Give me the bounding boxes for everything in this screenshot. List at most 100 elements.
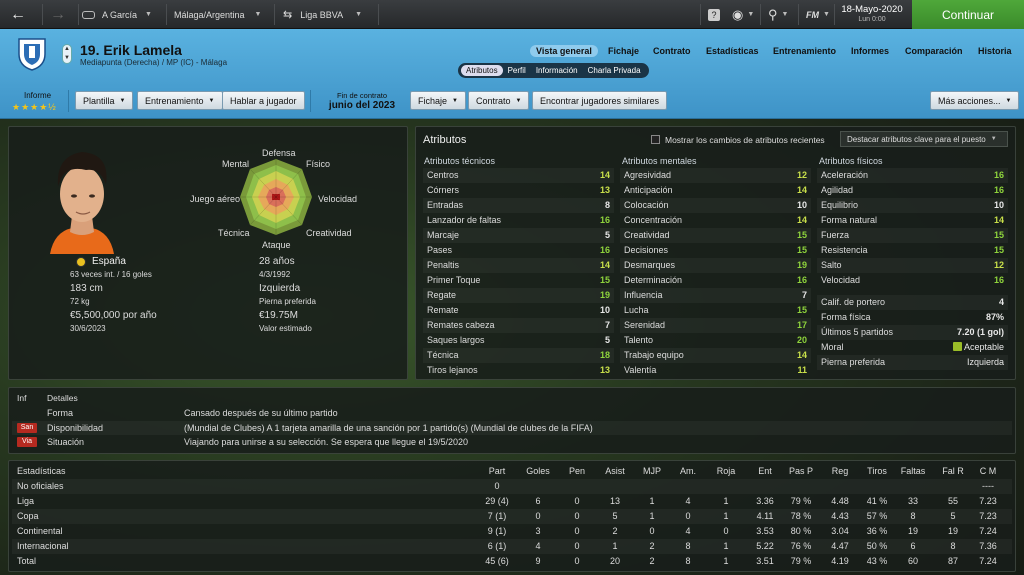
search-icon[interactable]: ⚲ ▼: [768, 0, 788, 29]
league-name: Liga BBVA: [300, 9, 344, 20]
attribute-name: Aceleración: [821, 170, 869, 180]
player-position: Mediapunta (Derecha) / MP (IC) - Málaga: [80, 58, 228, 67]
attribute-name: Determinación: [624, 275, 683, 285]
subtab-attributes[interactable]: Atributos: [461, 65, 503, 76]
squad-label: Plantilla: [83, 95, 115, 106]
tab-history[interactable]: Historia: [978, 46, 1012, 56]
tab-overview[interactable]: Vista general: [530, 45, 598, 57]
attribute-value: 14: [599, 260, 610, 270]
attribute-value: 15: [599, 275, 610, 285]
radar-label-creativity: Creatividad: [306, 228, 352, 238]
highlight-dropdown[interactable]: Destacar atributos clave para el puesto ▼: [840, 131, 1008, 147]
stats-cell: 41 %: [866, 496, 888, 506]
attribute-value: 15: [796, 230, 807, 240]
league-selector[interactable]: ⇆ Liga BBVA ▼: [283, 0, 362, 29]
stats-cell: 0: [574, 541, 580, 551]
stats-cell: 3.36: [756, 496, 774, 506]
nationality: España: [92, 256, 126, 267]
attribute-value: 12: [993, 260, 1004, 270]
talk-button[interactable]: Hablar a jugador: [222, 91, 305, 110]
stats-cell: 50 %: [866, 541, 888, 551]
stats-cell: 7.24: [979, 526, 997, 536]
back-arrow-icon[interactable]: ←: [10, 0, 34, 29]
stats-cell: 7.24: [979, 556, 997, 566]
stats-cell: 4.19: [831, 556, 849, 566]
more-actions-button[interactable]: Más acciones... ▼: [930, 91, 1020, 110]
stats-cell: 4: [685, 526, 691, 536]
attribute-name: Equilibrio: [821, 200, 859, 210]
stats-cell: 3.51: [756, 556, 774, 566]
tab-contract[interactable]: Contrato: [653, 46, 691, 56]
radar-label-technique: Técnica: [218, 228, 250, 238]
stats-cell: 78 %: [790, 511, 812, 521]
globe-icon[interactable]: ◉ ▼: [732, 0, 754, 29]
status-badge: San: [17, 422, 37, 433]
tab-transfer[interactable]: Fichaje: [608, 46, 639, 56]
radar-label-physical: Físico: [306, 159, 331, 169]
contract-button-label: Contrato: [476, 95, 511, 106]
stats-cell: 0: [574, 556, 580, 566]
stats-cell: 4.47: [831, 541, 849, 551]
fm-menu[interactable]: FM ▼: [806, 0, 830, 29]
find-similar-button[interactable]: Encontrar jugadores similares: [532, 91, 668, 110]
club-selector[interactable]: A García ▼: [82, 0, 152, 29]
stats-cell: 6: [535, 496, 541, 506]
tab-comparison[interactable]: Comparación: [905, 46, 963, 56]
stats-cell: 79 %: [790, 496, 812, 506]
stats-row-name: No oficiales: [17, 481, 64, 491]
chevron-down-icon: ▼: [208, 97, 215, 104]
location-selector[interactable]: Málaga/Argentina ▼: [174, 0, 261, 29]
stats-cell: 29 (4): [485, 496, 509, 506]
mental-title: Atributos mentales: [622, 156, 697, 166]
attribute-value: 16: [993, 185, 1004, 195]
stats-cell: 7.36: [979, 541, 997, 551]
show-changes-checkbox[interactable]: [651, 135, 660, 144]
attribute-value: 7: [801, 290, 807, 300]
stats-cell: 1: [649, 511, 655, 521]
stats-cell: 33: [907, 496, 918, 506]
radar-label-mental: Mental: [222, 159, 250, 169]
attribute-name: Colocación: [624, 200, 669, 210]
stats-cell: 0: [649, 526, 655, 536]
subtab-information[interactable]: Información: [531, 65, 583, 76]
stats-cell: 1: [723, 556, 729, 566]
transfer-arrows-icon: ⇆: [283, 9, 293, 21]
detail-label: Situación: [47, 437, 85, 447]
stats-cell: 2: [649, 541, 655, 551]
stats-cell: 8: [685, 541, 691, 551]
date-display[interactable]: 18-Mayo-2020 Lun 0:00: [838, 0, 906, 29]
attribute-value: 15: [993, 230, 1004, 240]
attribute-radar: [238, 157, 314, 237]
attribute-value: 7: [604, 320, 610, 330]
stats-cell: 0: [574, 496, 580, 506]
chevron-down-icon: ▼: [119, 97, 126, 104]
help-icon[interactable]: ?: [708, 0, 720, 29]
tab-training[interactable]: Entrenamiento: [773, 46, 836, 56]
attribute-name: Primer Toque: [427, 275, 481, 285]
attribute-name: Agresividad: [624, 170, 672, 180]
tab-statistics[interactable]: Estadísticas: [706, 46, 759, 56]
attribute-value: 17: [796, 320, 807, 330]
subtab-profile[interactable]: Perfil: [503, 65, 531, 76]
radar-label-defense: Defensa: [262, 148, 296, 158]
contract-button[interactable]: Contrato ▼: [468, 91, 530, 110]
details-title: Detalles: [47, 393, 78, 403]
squad-button[interactable]: Plantilla ▼: [75, 91, 134, 110]
continue-button[interactable]: Continuar: [912, 0, 1024, 29]
tab-reports[interactable]: Informes: [851, 46, 889, 56]
stats-cell: 43 %: [866, 556, 888, 566]
stats-cell: 0: [574, 526, 580, 536]
detail-text: Viajando para unirse a su selección. Se …: [184, 437, 469, 447]
subtab-private-chat[interactable]: Charla Privada: [583, 65, 646, 76]
forward-arrow-icon[interactable]: →: [50, 0, 74, 29]
detail-label: Forma: [47, 408, 74, 418]
attribute-value: 15: [993, 245, 1004, 255]
contract-value: junio del 2023: [328, 100, 396, 111]
training-button[interactable]: Entrenamiento ▼: [137, 91, 223, 110]
attribute-name: Pases: [427, 245, 453, 255]
attribute-value: 14: [599, 170, 610, 180]
stats-cell: 19: [907, 526, 918, 536]
contract-expires: 30/6/2023: [70, 324, 106, 333]
player-stepper[interactable]: ▲ ▼: [62, 44, 72, 64]
transfer-button[interactable]: Fichaje ▼: [410, 91, 466, 110]
